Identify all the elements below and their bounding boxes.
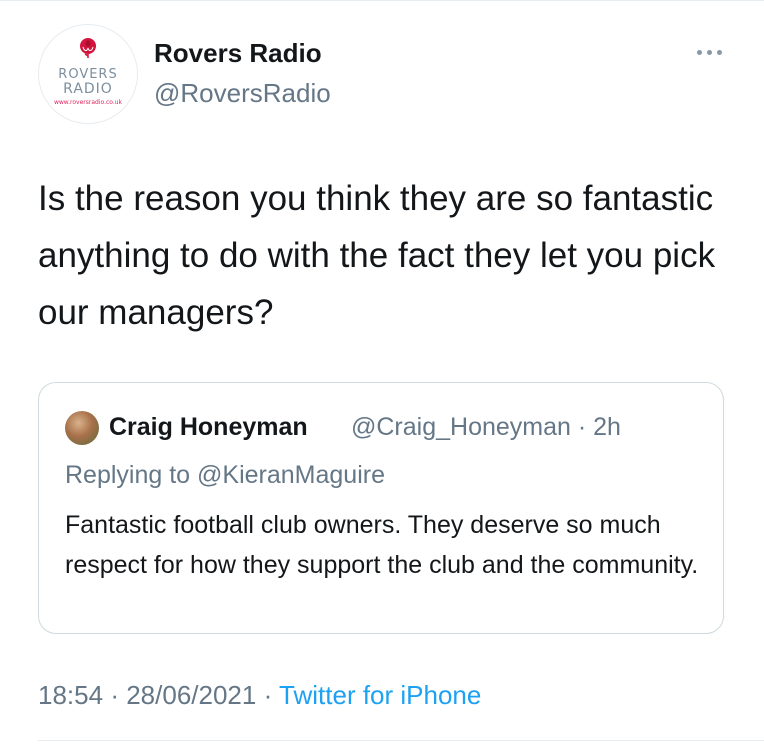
avatar-logo-line1: ROVERS [58, 67, 118, 82]
quoted-author-handle[interactable]: @Craig_Honeyman [351, 413, 571, 441]
tweet-date[interactable]: 28/06/2021 [126, 680, 256, 710]
quoted-time-ago[interactable]: 2h [593, 413, 621, 441]
rose-icon [80, 38, 96, 58]
replying-to-label: Replying to [65, 461, 198, 489]
quoted-tweet-text: Fantastic football club owners. They des… [65, 511, 699, 579]
author-avatar[interactable]: ROVERS RADIO www.roversradio.co.uk [38, 24, 138, 124]
avatar-logo-url: www.roversradio.co.uk [53, 99, 123, 106]
tweet-meta: 18:54 · 28/06/2021 · Twitter for iPhone [38, 680, 481, 711]
tweet-text: Is the reason you think they are so fant… [38, 179, 716, 332]
bottom-divider [38, 740, 764, 741]
tweet-time[interactable]: 18:54 [38, 680, 103, 710]
more-dots-icon[interactable] [695, 46, 725, 58]
quoted-author-meta: @Craig_Honeyman · 2h [351, 413, 621, 442]
quoted-author-name[interactable]: Craig Honeyman [109, 413, 308, 442]
author-handle[interactable]: @RoversRadio [154, 78, 331, 109]
quoted-tweet[interactable]: Craig Honeyman @Craig_Honeyman · 2h Repl… [38, 382, 724, 634]
author-display-name[interactable]: Rovers Radio [154, 38, 322, 69]
meta-separator-2: · [263, 680, 273, 710]
tweet-source-link[interactable]: Twitter for iPhone [279, 680, 481, 710]
quoted-author-avatar[interactable] [65, 411, 99, 445]
tweet-detail-page: ROVERS RADIO www.roversradio.co.uk Rover… [0, 0, 764, 750]
meta-separator: · [110, 680, 119, 710]
quoted-replying-to: Replying to @KieranMaguire [65, 461, 385, 490]
quoted-separator: · [577, 413, 587, 441]
replying-to-handle[interactable]: @KieranMaguire [197, 461, 385, 489]
avatar-logo-line2: RADIO [63, 81, 113, 97]
top-divider [0, 0, 764, 1]
